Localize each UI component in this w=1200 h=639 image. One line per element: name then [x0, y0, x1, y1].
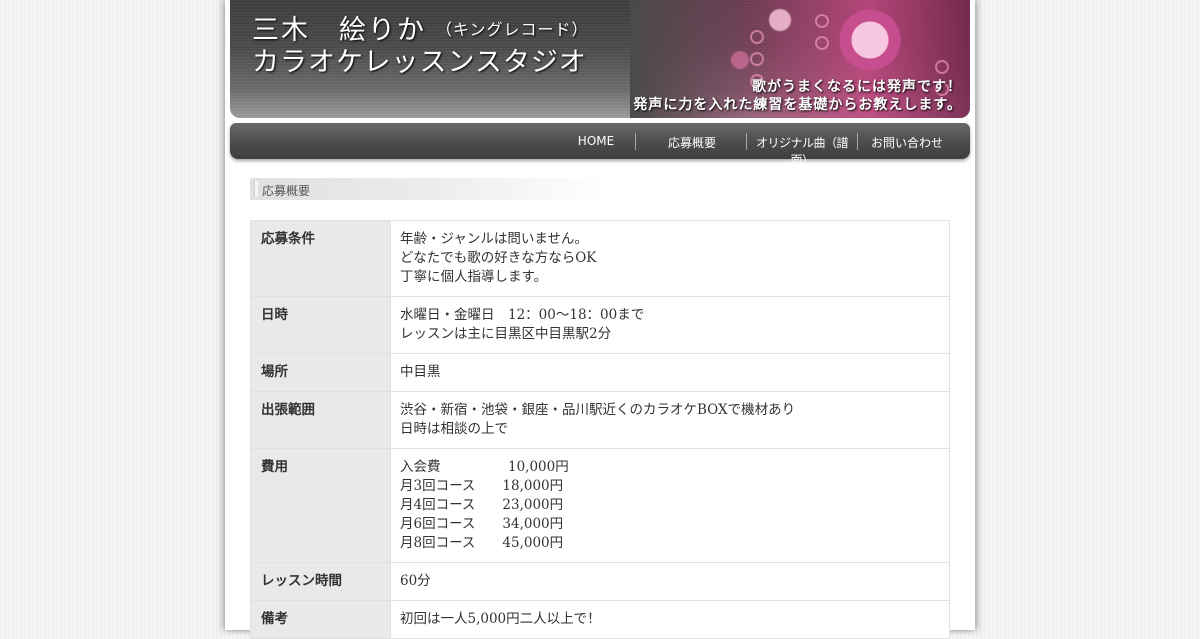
row-value-line: 中目黒 — [400, 364, 441, 380]
nav-contact[interactable]: お問い合わせ — [862, 134, 952, 151]
breadcrumb-label: 応募概要 — [262, 184, 311, 198]
nav-divider — [857, 133, 858, 150]
table-row: 出張範囲 渋谷・新宿・池袋・銀座・品川駅近くのカラオケBOXで機材あり 日時は相談の… — [250, 391, 950, 449]
application-info-table: 応募条件 年齢・ジャンルは問いません。 どなたでも歌の好きな方ならOK 丁寧に個人指導… — [250, 220, 950, 639]
row-value: 渋谷・新宿・池袋・銀座・品川駅近くのカラオケBOXで機材あり 日時は相談の上で — [390, 391, 950, 449]
row-value-line: どなたでも歌の好きな方ならOK — [400, 250, 597, 266]
row-value-line: 丁寧に個人指導します。 — [400, 269, 548, 285]
row-value: 初回は一人5,000円二人以上で！ — [390, 600, 950, 639]
row-label: 備考 — [250, 600, 391, 639]
row-value-line: 月3回コース 18,000円 — [400, 478, 564, 494]
row-value-line: 初回は一人5,000円二人以上で！ — [400, 611, 601, 627]
row-value: 水曜日・金曜日 12：00～18：00まで レッスンは主に目黒区中目黒駅2分 — [390, 296, 950, 354]
row-value-line: レッスンは主に目黒区中目黒駅2分 — [400, 326, 612, 342]
row-value: 中目黒 — [390, 353, 950, 392]
table-row: 備考 初回は一人5,000円二人以上で！ — [250, 600, 950, 639]
row-value-line: 水曜日・金曜日 12：00～18：00まで — [400, 307, 645, 323]
row-label: 場所 — [250, 353, 391, 392]
row-value-line: 年齢・ジャンルは問いません。 — [400, 231, 588, 247]
row-value-line: 入会費 10,000円 — [400, 459, 569, 475]
row-value-line: 月6回コース 34,000円 — [400, 516, 564, 532]
site-subtitle: カラオケレッスンスタジオ — [252, 47, 587, 78]
row-label: レッスン時間 — [250, 562, 391, 601]
row-value-line: 月4回コース 23,000円 — [400, 497, 564, 513]
row-value: 入会費 10,000円 月3回コース 18,000円 月4回コース 23,000円月… — [390, 448, 950, 563]
main-nav: HOME 応募概要 オリジナル曲（譜面） お問い合わせ — [230, 123, 970, 167]
table-row: レッスン時間 60分 — [250, 562, 950, 601]
site-header: 三木 絵りか （キングレコード） カラオケレッスンスタジオ 歌がうまくなるには発声… — [230, 0, 970, 118]
nav-application-overview[interactable]: 応募概要 — [642, 134, 742, 151]
breadcrumb-marker — [254, 181, 258, 197]
row-label: 日時 — [250, 296, 391, 354]
nav-divider — [746, 133, 747, 150]
row-value-line: 月8回コース 45,000円 — [400, 535, 564, 551]
row-label: 出張範囲 — [250, 391, 391, 449]
table-row: 場所 中目黒 — [250, 353, 950, 392]
row-label: 費用 — [250, 448, 391, 563]
row-value: 年齢・ジャンルは問いません。 どなたでも歌の好きな方ならOK 丁寧に個人指導します。 — [390, 220, 950, 297]
table-row: 日時 水曜日・金曜日 12：00～18：00まで レッスンは主に目黒区中目黒駅2分 — [250, 296, 950, 354]
nav-divider — [635, 133, 636, 150]
table-row: 費用 入会費 10,000円 月3回コース 18,000円 月4回コース 23,000… — [250, 448, 950, 563]
row-value-line: 60分 — [400, 573, 431, 589]
tagline-1: 歌がうまくなるには発声です！ — [752, 79, 962, 95]
row-value-line: 日時は相談の上で — [400, 421, 508, 437]
page-container: 三木 絵りか （キングレコード） カラオケレッスンスタジオ 歌がうまくなるには発声… — [225, 0, 975, 639]
row-value: 60分 — [390, 562, 950, 601]
tagline-2: 発声に力を入れた練習を基礎からお教えします。 — [633, 97, 962, 113]
nav-home[interactable]: HOME — [560, 134, 632, 148]
site-title-label: （キングレコード） — [436, 20, 589, 39]
table-row: 応募条件 年齢・ジャンルは問いません。 どなたでも歌の好きな方ならOK 丁寧に個人指導… — [250, 220, 950, 297]
row-label: 応募条件 — [250, 220, 391, 297]
breadcrumb: 応募概要 — [250, 178, 610, 200]
row-value-line: 渋谷・新宿・池袋・銀座・品川駅近くのカラオケBOXで機材あり — [400, 402, 796, 418]
nav-original-songs[interactable]: オリジナル曲（譜面） — [748, 134, 856, 168]
